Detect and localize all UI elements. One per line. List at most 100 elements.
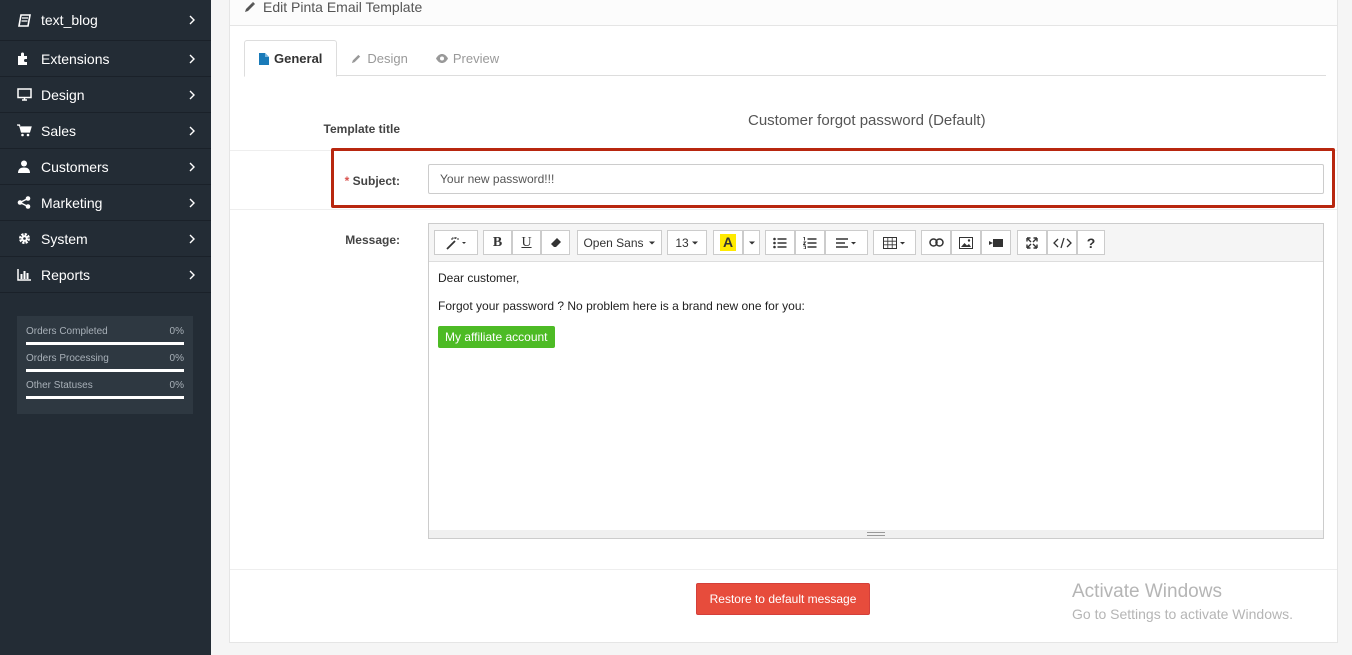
sidebar-item-sales[interactable]: Sales: [0, 113, 211, 149]
stat-value: 0%: [169, 326, 184, 337]
sidebar-item-reports[interactable]: Reports: [0, 257, 211, 293]
sidebar-item-label: text_blog: [41, 12, 98, 28]
text-color-button[interactable]: A: [713, 230, 743, 255]
sidebar-item-label: Reports: [41, 266, 91, 283]
eraser-icon: [550, 238, 561, 247]
insert-video-button[interactable]: [981, 230, 1011, 255]
bold-button[interactable]: B: [483, 230, 512, 255]
progress-bar: [26, 369, 184, 372]
stat-orders-processing: Orders Processing 0%: [26, 353, 184, 372]
fullscreen-icon: [1026, 236, 1038, 249]
sidebar-item-marketing[interactable]: Marketing: [0, 185, 211, 221]
book-icon: [16, 13, 32, 27]
editor-toolbar: B U Open Sans 13 A ?: [429, 224, 1323, 262]
chevron-right-icon: [189, 162, 195, 171]
unordered-list-button[interactable]: [765, 230, 795, 255]
stat-label: Orders Completed: [26, 326, 108, 337]
message-label: Message:: [345, 233, 400, 247]
subject-label: * Subject:: [345, 174, 400, 188]
link-icon: [928, 238, 944, 247]
tab-design[interactable]: Design: [337, 40, 421, 76]
ordered-list-button[interactable]: [795, 230, 825, 255]
bar-chart-icon: [16, 268, 32, 282]
subject-label-text: Subject:: [352, 174, 400, 188]
editor-resize-handle[interactable]: [429, 530, 1323, 538]
font-family-value: Open Sans: [583, 235, 644, 250]
file-icon: [259, 52, 269, 65]
clear-format-button[interactable]: [541, 230, 570, 255]
template-title-value: Customer forgot password (Default): [748, 112, 986, 129]
font-size-dropdown[interactable]: 13: [667, 230, 707, 255]
code-icon: [1052, 237, 1072, 248]
template-title-label: Template title: [323, 122, 400, 136]
user-icon: [16, 160, 32, 174]
sidebar-item-customers[interactable]: Customers: [0, 149, 211, 185]
caret-down-icon: [648, 241, 655, 244]
help-button[interactable]: ?: [1077, 230, 1105, 255]
underline-button[interactable]: U: [512, 230, 541, 255]
pencil-icon: [352, 54, 361, 63]
stat-label: Orders Processing: [26, 353, 109, 364]
text-color-icon: A: [719, 234, 737, 251]
panel-heading: Edit Pinta Email Template: [229, 0, 1338, 26]
sidebar-item-label: Marketing: [41, 194, 103, 211]
tab-label: Preview: [452, 50, 500, 66]
insert-image-button[interactable]: [951, 230, 981, 255]
list-ol-icon: [803, 236, 817, 249]
puzzle-icon: [16, 52, 32, 66]
sidebar-item-system[interactable]: System: [0, 221, 211, 257]
editor-content[interactable]: Dear customer, Forgot your password ? No…: [429, 262, 1323, 357]
magic-wand-icon: [446, 236, 466, 250]
image-icon: [959, 236, 973, 249]
watermark-subtitle: Go to Settings to activate Windows.: [1072, 606, 1293, 622]
sidebar-item-label: System: [41, 230, 88, 247]
share-icon: [16, 196, 32, 210]
font-size-value: 13: [675, 235, 689, 250]
insert-link-button[interactable]: [921, 230, 951, 255]
sidebar-item-label: Design: [41, 86, 85, 103]
sidebar: text_blog Extensions Design Sales Custom…: [0, 0, 211, 655]
tab-label: Design: [367, 50, 408, 66]
stat-other-statuses: Other Statuses 0%: [26, 380, 184, 399]
stat-label: Other Statuses: [26, 380, 93, 391]
watermark-title: Activate Windows: [1072, 581, 1222, 602]
chevron-right-icon: [189, 90, 195, 99]
chevron-right-icon: [189, 15, 195, 25]
sidebar-item-label: Extensions: [41, 50, 110, 67]
gear-icon: [16, 232, 32, 246]
message-editor[interactable]: B U Open Sans 13 A ? Dear customer, Forg…: [428, 223, 1324, 539]
sidebar-item-design[interactable]: Design: [0, 77, 211, 113]
monitor-icon: [16, 88, 32, 102]
stat-value: 0%: [169, 353, 184, 364]
restore-default-button[interactable]: Restore to default message: [696, 583, 870, 615]
sidebar-item-text-blog[interactable]: text_blog: [0, 0, 211, 41]
stat-value: 0%: [169, 380, 184, 391]
code-view-button[interactable]: [1047, 230, 1077, 255]
caret-down-icon: [748, 241, 755, 244]
content-line-greeting: Dear customer,: [438, 271, 520, 285]
footer-divider: [230, 569, 1337, 570]
paragraph-align-dropdown[interactable]: [825, 230, 868, 255]
subject-input[interactable]: [428, 164, 1324, 194]
progress-bar: [26, 396, 184, 399]
grip-icon: [867, 532, 885, 536]
color-dropdown-button[interactable]: [743, 230, 760, 255]
affiliate-account-button[interactable]: My affiliate account: [438, 326, 555, 348]
caret-down-icon: [691, 241, 698, 244]
cart-icon: [16, 124, 32, 138]
subject-row-divider: [230, 209, 1337, 210]
content-line-message: Forgot your password ? No problem here i…: [438, 299, 805, 313]
fullscreen-button[interactable]: [1017, 230, 1047, 255]
windows-activation-watermark: Activate Windows Go to Settings to activ…: [1072, 581, 1293, 622]
style-dropdown[interactable]: [434, 230, 478, 255]
chevron-right-icon: [189, 234, 195, 243]
table-dropdown[interactable]: [873, 230, 916, 255]
sidebar-item-label: Sales: [41, 122, 77, 139]
font-family-dropdown[interactable]: Open Sans: [577, 230, 662, 255]
stat-orders-completed: Orders Completed 0%: [26, 326, 184, 345]
pencil-icon: [245, 1, 256, 12]
tab-general[interactable]: General: [244, 40, 338, 77]
progress-bar: [26, 342, 184, 345]
sidebar-item-extensions[interactable]: Extensions: [0, 41, 211, 77]
tab-preview[interactable]: Preview: [422, 40, 513, 76]
